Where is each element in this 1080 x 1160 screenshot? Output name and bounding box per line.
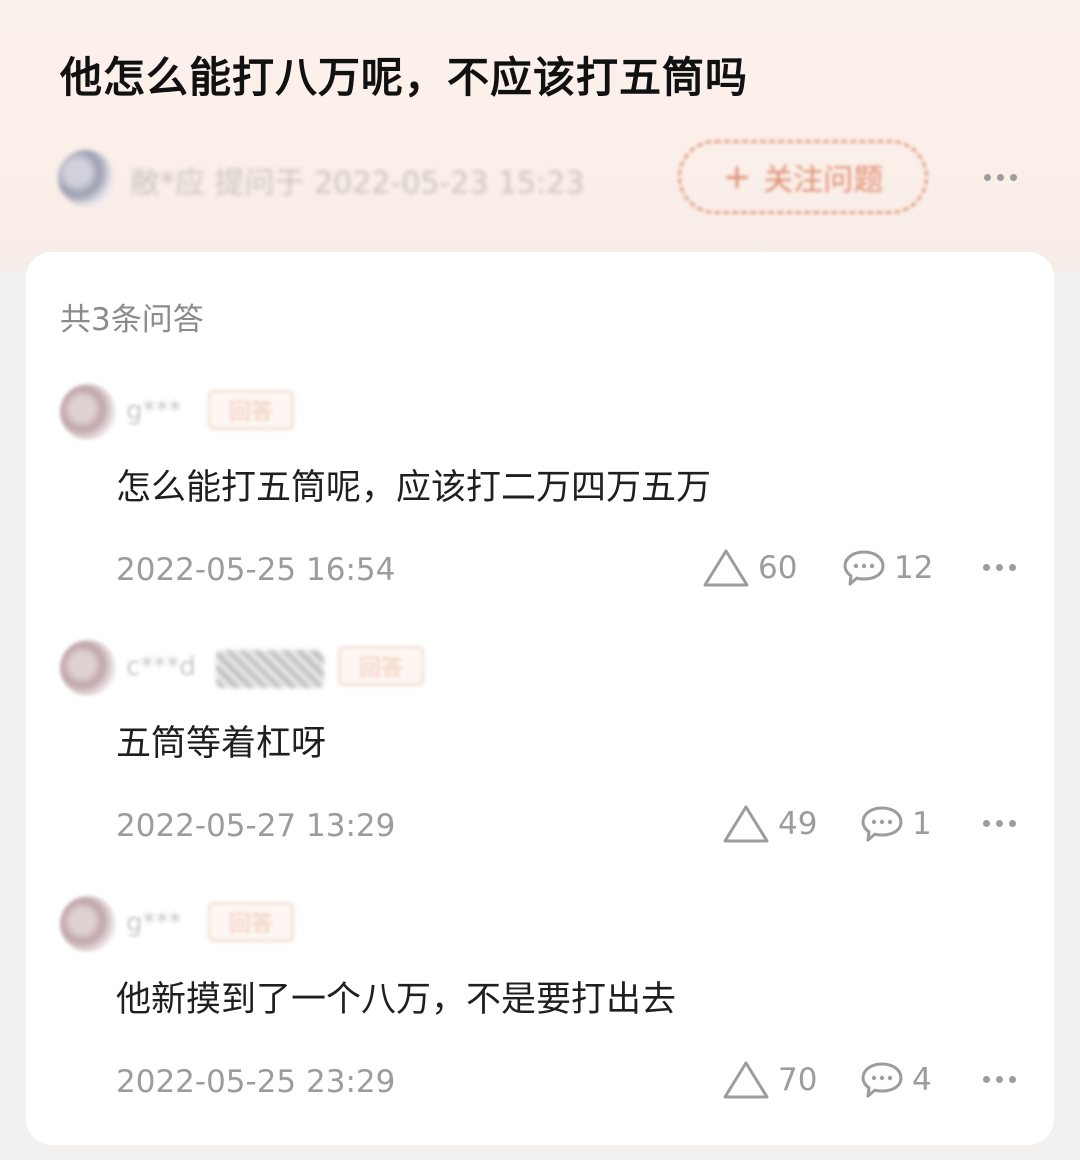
speech-bubble-icon — [861, 806, 903, 842]
more-dots-icon — [981, 173, 1020, 181]
like-count: 60 — [758, 550, 798, 586]
triangle-up-icon — [723, 1061, 769, 1099]
avatar[interactable] — [60, 640, 116, 696]
speech-bubble-icon — [861, 1062, 903, 1098]
answer-badge: 回答 — [338, 646, 424, 686]
answer-item: c***d 回答 五筒等着杠呀 2022-05-27 13:29 49 1 — [26, 640, 1054, 896]
answers-card: 共3条问答 g*** 回答 怎么能打五筒呢，应该打二万四万五万 2022-05-… — [26, 252, 1054, 1145]
triangle-up-icon — [703, 549, 749, 587]
like-count: 70 — [778, 1062, 818, 1098]
more-dots-icon — [980, 1075, 1019, 1083]
answer-username[interactable]: c***d — [126, 652, 196, 682]
answer-more-button[interactable] — [974, 1064, 1024, 1094]
question-header: 他怎么能打八万呢，不应该打五筒吗 敝*应 提问于 2022-05-23 15:2… — [0, 0, 1080, 270]
like-button[interactable]: 60 — [702, 546, 797, 590]
answer-more-button[interactable] — [974, 552, 1024, 582]
asker-row: 敝*应 提问于 2022-05-23 15:23 + 关注问题 — [58, 140, 1038, 216]
like-button[interactable]: 49 — [722, 802, 817, 846]
answer-badge: 回答 — [208, 390, 294, 430]
answer-time: 2022-05-25 16:54 — [116, 552, 396, 588]
question-more-button[interactable] — [978, 152, 1022, 202]
follow-label: 关注问题 — [763, 163, 884, 198]
answer-username[interactable]: g*** — [126, 908, 182, 938]
speech-bubble-icon — [843, 550, 885, 586]
comment-count: 4 — [912, 1062, 932, 1098]
answer-time: 2022-05-27 13:29 — [116, 808, 396, 844]
triangle-up-icon — [723, 805, 769, 843]
comment-button[interactable]: 4 — [860, 1058, 932, 1102]
qa-page: 他怎么能打八万呢，不应该打五筒吗 敝*应 提问于 2022-05-23 15:2… — [0, 0, 1080, 1160]
plus-icon: + — [722, 157, 752, 197]
comment-button[interactable]: 12 — [842, 546, 933, 590]
comment-count: 12 — [894, 550, 934, 586]
answer-username[interactable]: g*** — [126, 396, 182, 426]
answer-item: g*** 回答 他新摸到了一个八万，不是要打出去 2022-05-25 23:2… — [26, 896, 1054, 1152]
answer-text: 五筒等着杠呀 — [116, 724, 327, 764]
question-title: 他怎么能打八万呢，不应该打五筒吗 — [60, 53, 749, 102]
asker-meta: 敝*应 提问于 2022-05-23 15:23 — [130, 166, 585, 201]
comment-button[interactable]: 1 — [860, 802, 932, 846]
answer-badge: 回答 — [208, 902, 294, 942]
more-dots-icon — [980, 563, 1019, 571]
answer-text: 他新摸到了一个八万，不是要打出去 — [116, 980, 677, 1020]
answer-more-button[interactable] — [974, 808, 1024, 838]
answer-item: g*** 回答 怎么能打五筒呢，应该打二万四万五万 2022-05-25 16:… — [26, 384, 1054, 640]
answer-text: 怎么能打五筒呢，应该打二万四万五万 — [116, 468, 712, 508]
follow-question-button[interactable]: + 关注问题 — [678, 140, 928, 214]
answers-count: 共3条问答 — [60, 302, 204, 338]
avatar[interactable] — [60, 896, 116, 952]
asker-avatar[interactable] — [58, 150, 114, 206]
avatar[interactable] — [60, 384, 116, 440]
user-tag-blurred — [216, 650, 324, 688]
more-dots-icon — [980, 819, 1019, 827]
like-count: 49 — [778, 806, 818, 842]
answer-time: 2022-05-25 23:29 — [116, 1064, 396, 1100]
like-button[interactable]: 70 — [722, 1058, 817, 1102]
comment-count: 1 — [912, 806, 932, 842]
